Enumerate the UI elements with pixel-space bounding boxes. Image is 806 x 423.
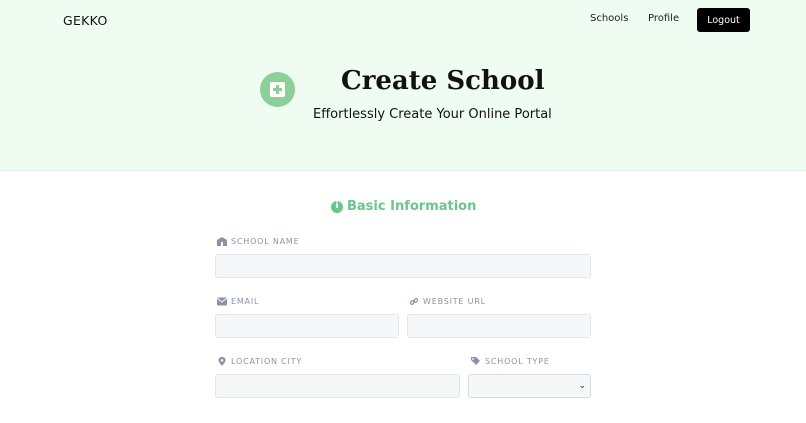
page-title: Create School [341, 66, 545, 96]
envelope-icon [217, 297, 227, 306]
hero-banner: GEKKO Schools Profile Logout Create Scho… [0, 0, 806, 171]
tags-icon [471, 357, 480, 365]
nav-link-schools[interactable]: Schools [590, 13, 628, 24]
email-label: EMAIL [217, 297, 259, 306]
logout-button[interactable]: Logout [697, 8, 750, 32]
plus-square-icon [260, 72, 295, 107]
link-icon [409, 298, 419, 305]
website-url-field[interactable] [407, 314, 591, 338]
brand-logo[interactable]: GEKKO [63, 13, 108, 28]
school-type-label: SCHOOL TYPE [471, 357, 550, 366]
school-name-input[interactable] [215, 254, 591, 278]
section-heading: i Basic Information [331, 199, 476, 214]
school-icon [217, 237, 227, 246]
email-field[interactable] [215, 314, 399, 338]
chevron-down-icon: ⌄ [578, 381, 586, 391]
location-city-label: LOCATION CITY [217, 357, 302, 366]
school-type-select[interactable]: ⌄ [468, 374, 591, 398]
location-city-field[interactable] [215, 374, 460, 398]
location-city-label-text: LOCATION CITY [231, 357, 303, 366]
map-pin-icon [218, 357, 226, 366]
page-subtitle: Effortlessly Create Your Online Portal [313, 107, 552, 122]
section-title-text: Basic Information [347, 199, 477, 214]
info-circle-icon: i [331, 200, 343, 213]
school-name-label-text: SCHOOL NAME [231, 237, 300, 246]
website-url-label-text: WEBSITE URL [423, 297, 486, 306]
website-url-label: WEBSITE URL [409, 297, 486, 306]
email-label-text: EMAIL [231, 297, 260, 306]
school-name-label: SCHOOL NAME [217, 237, 300, 246]
nav-link-profile[interactable]: Profile [648, 13, 679, 24]
school-type-label-text: SCHOOL TYPE [485, 357, 550, 366]
